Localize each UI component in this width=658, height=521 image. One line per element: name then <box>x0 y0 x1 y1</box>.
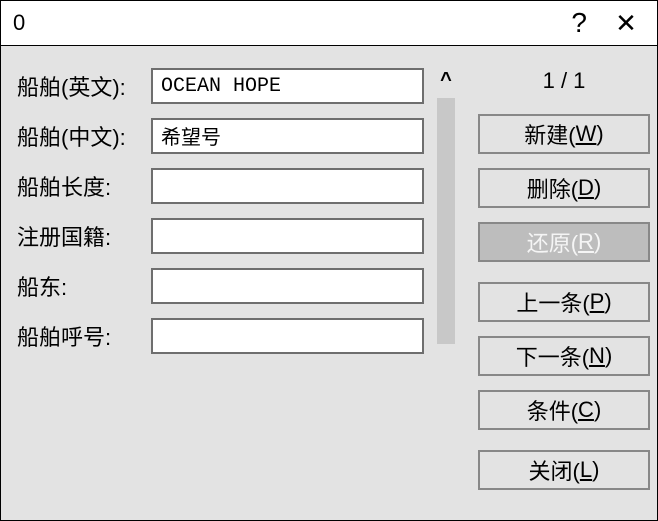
dialog-body: 船舶(英文): 船舶(中文): 船舶长度: 注册国籍: 船东: 船舶呼号: <box>1 46 657 520</box>
close-button-text: 关闭( <box>529 454 580 486</box>
row-ship-en: 船舶(英文): <box>17 68 424 104</box>
prev-button[interactable]: 上一条(P) <box>478 282 650 322</box>
next-button-accel: N <box>589 343 605 369</box>
row-owner: 船东: <box>17 268 424 304</box>
restore-button-suffix: ) <box>594 229 601 255</box>
condition-button[interactable]: 条件(C) <box>478 390 650 430</box>
window-title: 0 <box>13 10 25 36</box>
button-panel: 1 / 1 新建(W) 删除(D) 还原(R) 上一条(P) 下一条(N) 条件… <box>468 66 654 504</box>
restore-button-accel: R <box>578 229 594 255</box>
new-button-accel: W <box>576 121 597 147</box>
label-ship-cn: 船舶(中文): <box>17 120 145 152</box>
close-icon[interactable] <box>615 12 637 34</box>
condition-button-suffix: ) <box>594 397 601 423</box>
label-ship-length: 船舶长度: <box>17 170 145 202</box>
record-counter: 1 / 1 <box>543 68 586 94</box>
help-icon[interactable]: ? <box>571 9 587 37</box>
titlebar: 0 ? <box>1 1 657 46</box>
label-ship-en: 船舶(英文): <box>17 70 145 102</box>
dialog-window: 0 ? 船舶(英文): 船舶(中文): 船舶长度: 注册国籍: <box>0 0 658 521</box>
scrollbar[interactable]: ^ <box>432 66 460 504</box>
row-ship-length: 船舶长度: <box>17 168 424 204</box>
label-callsign: 船舶呼号: <box>17 320 145 352</box>
new-button-text: 新建( <box>524 118 575 150</box>
scroll-track[interactable] <box>437 98 455 344</box>
scroll-up-icon[interactable]: ^ <box>440 68 452 92</box>
row-registry: 注册国籍: <box>17 218 424 254</box>
row-callsign: 船舶呼号: <box>17 318 424 354</box>
next-button-suffix: ) <box>605 343 612 369</box>
delete-button-text: 删除( <box>527 172 578 204</box>
delete-button-suffix: ) <box>594 175 601 201</box>
new-button[interactable]: 新建(W) <box>478 114 650 154</box>
delete-button[interactable]: 删除(D) <box>478 168 650 208</box>
condition-button-accel: C <box>578 397 594 423</box>
close-button[interactable]: 关闭(L) <box>478 450 650 490</box>
prev-button-text: 上一条( <box>516 286 589 318</box>
input-ship-en[interactable] <box>151 68 424 104</box>
delete-button-accel: D <box>578 175 594 201</box>
next-button-text: 下一条( <box>516 340 589 372</box>
prev-button-accel: P <box>590 289 605 315</box>
next-button[interactable]: 下一条(N) <box>478 336 650 376</box>
restore-button: 还原(R) <box>478 222 650 262</box>
restore-button-text: 还原( <box>527 226 578 258</box>
condition-button-text: 条件( <box>527 394 578 426</box>
input-ship-length[interactable] <box>151 168 424 204</box>
row-ship-cn: 船舶(中文): <box>17 118 424 154</box>
form-area: 船舶(英文): 船舶(中文): 船舶长度: 注册国籍: 船东: 船舶呼号: <box>17 66 424 504</box>
input-registry[interactable] <box>151 218 424 254</box>
input-callsign[interactable] <box>151 318 424 354</box>
input-ship-cn[interactable] <box>151 118 424 154</box>
input-owner[interactable] <box>151 268 424 304</box>
close-button-suffix: ) <box>592 457 599 483</box>
label-owner: 船东: <box>17 270 145 302</box>
new-button-suffix: ) <box>596 121 603 147</box>
titlebar-controls: ? <box>571 9 651 37</box>
prev-button-suffix: ) <box>604 289 611 315</box>
label-registry: 注册国籍: <box>17 220 145 252</box>
close-button-accel: L <box>580 457 592 483</box>
